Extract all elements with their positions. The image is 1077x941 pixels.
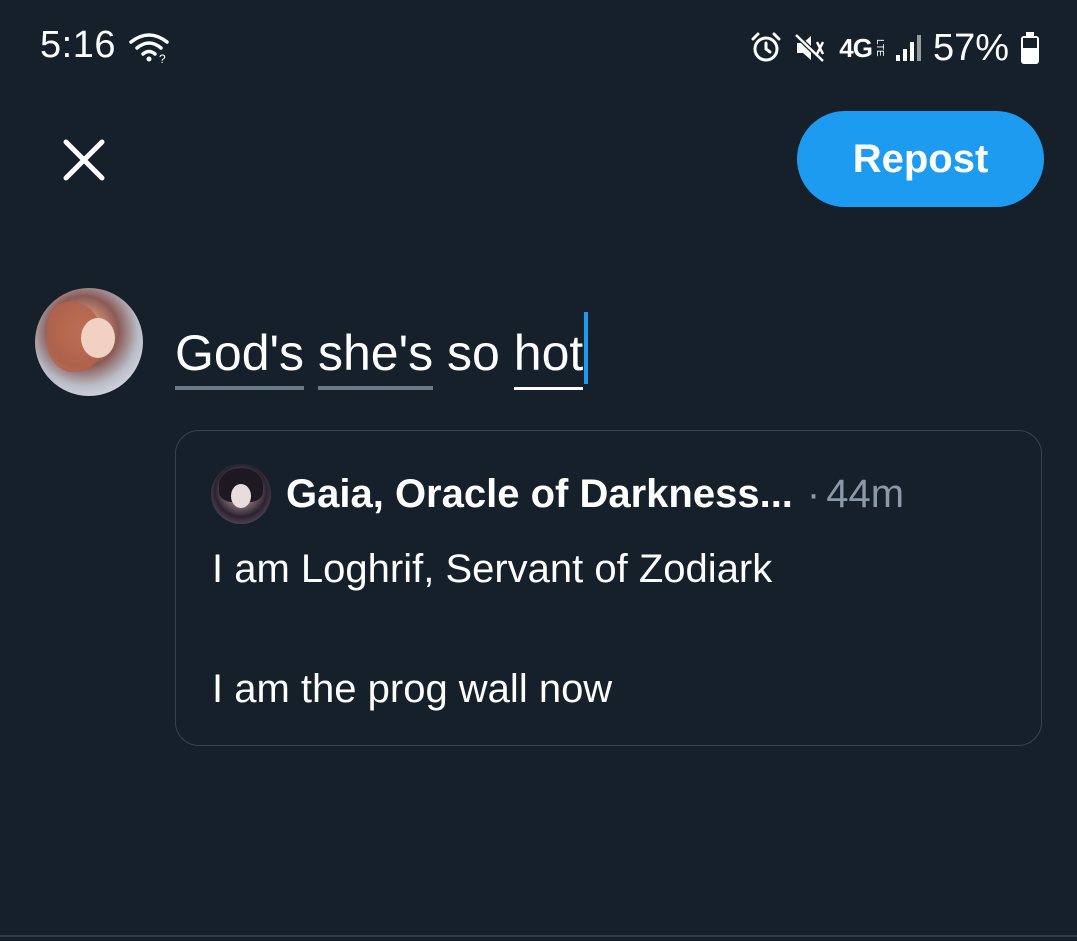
quoted-author-name: Gaia, Oracle of Darkness... <box>286 472 793 516</box>
quoted-post-line: I am the prog wall now <box>212 667 613 711</box>
compose-word: she's <box>317 322 434 390</box>
bottom-divider <box>0 935 1077 937</box>
alarm-icon <box>749 31 783 65</box>
quoted-post-header: Gaia, Oracle of Darkness... · 44m <box>286 469 904 519</box>
close-button[interactable] <box>56 132 112 188</box>
quoted-post-body: I am Loghrif, Servant of Zodiark I am th… <box>212 539 772 719</box>
network-sub-label: LTE <box>873 39 885 57</box>
separator-dot: · <box>806 472 821 516</box>
wifi-icon: ? <box>128 30 172 69</box>
quoted-author-avatar <box>211 464 271 524</box>
status-bar: 5:16 ? 4G LTE 57% <box>0 0 1077 96</box>
network-indicator: 4G LTE <box>839 33 885 64</box>
battery-icon <box>1019 30 1041 66</box>
battery-percent: 57% <box>932 26 1009 69</box>
network-label: 4G <box>839 32 873 63</box>
signal-icon <box>895 33 923 63</box>
status-time: 5:16 <box>40 24 116 66</box>
quoted-post-card[interactable]: Gaia, Oracle of Darkness... · 44m I am Log… <box>175 430 1042 746</box>
close-icon <box>63 139 105 181</box>
status-icons: 4G LTE 57% <box>749 24 1041 72</box>
mute-icon <box>793 31 829 65</box>
user-avatar[interactable] <box>35 288 143 396</box>
quoted-post-line: I am Loghrif, Servant of Zodiark <box>212 547 773 591</box>
compose-word: so <box>447 325 500 381</box>
repost-button[interactable]: Repost <box>797 111 1044 207</box>
compose-word-active: hot <box>513 322 583 390</box>
compose-input[interactable]: God's she's so hot <box>175 312 589 390</box>
text-cursor <box>584 312 589 384</box>
svg-text:?: ? <box>159 52 166 64</box>
quoted-post-time: 44m <box>826 472 905 516</box>
compose-word: God's <box>175 322 305 390</box>
